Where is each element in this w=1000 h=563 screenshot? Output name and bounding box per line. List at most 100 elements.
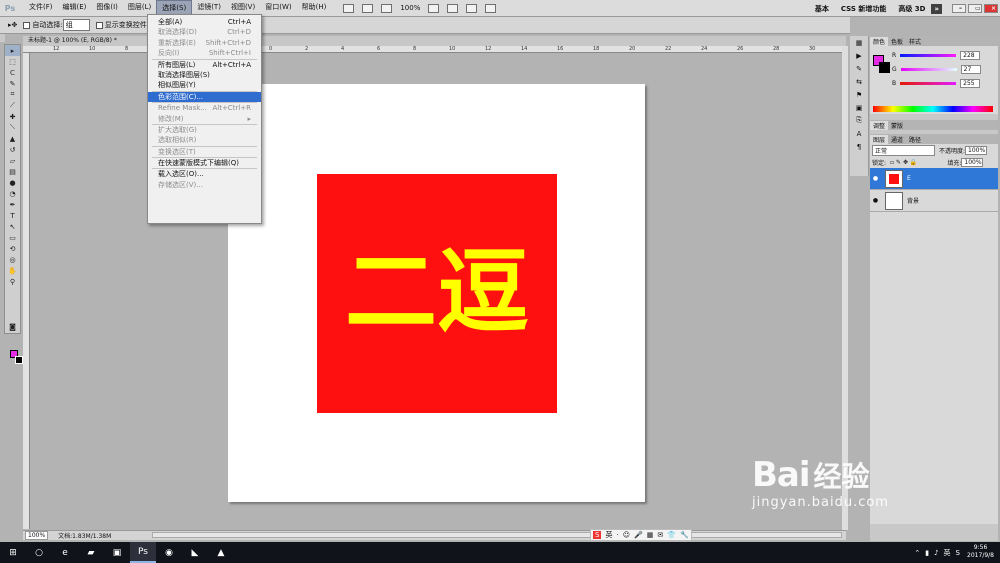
horizontal-scrollbar[interactable]: [152, 532, 842, 538]
network-icon[interactable]: ▮: [925, 549, 929, 557]
navigator-panel-icon[interactable]: ⚑: [850, 88, 868, 101]
restore-button[interactable]: ▭: [968, 4, 982, 13]
panel-tab[interactable]: 蒙版: [888, 121, 906, 130]
layer-row[interactable]: ● 背景: [870, 190, 998, 212]
ime-item[interactable]: ✉: [657, 531, 663, 539]
shape-tool-icon[interactable]: ▭: [5, 232, 20, 243]
workspace-3d[interactable]: 高级 3D: [892, 4, 931, 14]
status-zoom[interactable]: 100%: [25, 531, 49, 540]
zoom-level[interactable]: 100%: [400, 4, 420, 12]
ime-tray-icon[interactable]: S: [956, 549, 960, 557]
close-button[interactable]: ×: [984, 4, 998, 13]
character-panel-icon[interactable]: A: [850, 127, 868, 140]
pen-tool-icon[interactable]: ✒: [5, 199, 20, 210]
app-icon-1[interactable]: ◉: [156, 542, 182, 563]
menu-item-0[interactable]: 文件(F): [24, 0, 58, 16]
app-icon-2[interactable]: ◣: [182, 542, 208, 563]
path-select-tool-icon[interactable]: ↖: [5, 221, 20, 232]
ime-item[interactable]: 英: [605, 530, 612, 540]
select-menu-item[interactable]: Refine Mask... Alt+Ctrl+R: [148, 103, 261, 113]
document-canvas[interactable]: 二逗: [228, 84, 645, 502]
actions-panel-icon[interactable]: ▶: [850, 49, 868, 62]
ime-item[interactable]: S: [593, 531, 602, 539]
ime-item[interactable]: ☺: [623, 531, 630, 539]
select-menu-item[interactable]: 选取相似(R): [148, 135, 261, 145]
select-menu-item[interactable]: 修改(M) ▸: [148, 114, 261, 124]
r-slider[interactable]: [900, 54, 957, 57]
start-button[interactable]: ⊞: [0, 542, 26, 563]
edge-icon[interactable]: e: [52, 542, 78, 563]
select-menu-item[interactable]: 取消选择(D) Ctrl+D: [148, 27, 261, 37]
marquee-tool-icon[interactable]: ⬚: [5, 56, 20, 67]
stamp-tool-icon[interactable]: ▲: [5, 133, 20, 144]
history-panel-icon[interactable]: ▦: [850, 36, 868, 49]
select-menu-item[interactable]: 存储选区(V)...: [148, 180, 261, 190]
info-panel-icon[interactable]: ▣: [850, 101, 868, 114]
move-tool-icon[interactable]: ▸: [5, 45, 20, 56]
3d-rotate-tool-icon[interactable]: ⟲: [5, 243, 20, 254]
dodge-tool-icon[interactable]: ◔: [5, 188, 20, 199]
eraser-tool-icon[interactable]: ▱: [5, 155, 20, 166]
layer-row[interactable]: ● E: [870, 168, 998, 190]
r-value[interactable]: 228: [960, 51, 981, 60]
gradient-tool-icon[interactable]: ▤: [5, 166, 20, 177]
menu-item-1[interactable]: 编辑(E): [58, 0, 92, 16]
tool-presets-panel-icon[interactable]: ⎘: [850, 114, 868, 127]
bridge-icon[interactable]: [343, 3, 355, 13]
quick-select-tool-icon[interactable]: ✎: [5, 78, 20, 89]
panel-tab[interactable]: 样式: [906, 37, 924, 46]
show-transform-checkbox[interactable]: [95, 21, 103, 29]
crop-tool-icon[interactable]: ⌗: [5, 89, 20, 100]
g-value[interactable]: 27: [960, 65, 981, 74]
toolbox-collapse[interactable]: [0, 34, 5, 42]
auto-select-target-dropdown[interactable]: 组: [62, 19, 90, 31]
select-menu-item[interactable]: 变换选区(T): [148, 147, 261, 157]
paragraph-panel-icon[interactable]: ¶: [850, 140, 868, 153]
ime-item[interactable]: ▦: [647, 531, 654, 539]
select-menu-item[interactable]: 相似图层(Y): [148, 80, 261, 90]
3d-camera-tool-icon[interactable]: ◎: [5, 254, 20, 265]
brush-tool-icon[interactable]: ⟍: [5, 122, 20, 133]
eyedropper-tool-icon[interactable]: ⟋: [5, 100, 20, 111]
store-icon[interactable]: ▣: [104, 542, 130, 563]
brushes-panel-icon[interactable]: ✎: [850, 62, 868, 75]
photos-icon[interactable]: ▲: [208, 542, 234, 563]
visibility-eye-icon[interactable]: ●: [870, 197, 881, 204]
search-icon[interactable]: ○: [26, 542, 52, 563]
extras-icon[interactable]: [381, 3, 393, 13]
visibility-eye-icon[interactable]: ●: [870, 175, 881, 182]
select-menu-item[interactable]: 取消选择图层(S): [148, 70, 261, 80]
panel-tab[interactable]: 调整: [870, 120, 889, 130]
tray-arrow-icon[interactable]: ⌃: [914, 549, 920, 557]
clock[interactable]: 9:56 2017/9/8: [967, 544, 994, 560]
background-color-swatch[interactable]: [15, 356, 23, 364]
select-menu-item[interactable]: 扩大选取(G): [148, 125, 261, 135]
color-bg-swatch[interactable]: [879, 62, 890, 73]
select-menu-item[interactable]: 所有图层(L) Alt+Ctrl+A: [148, 60, 261, 70]
clone-source-panel-icon[interactable]: ⇆: [850, 75, 868, 88]
fill-input[interactable]: 100%: [961, 157, 984, 167]
b-value[interactable]: 255: [960, 79, 981, 88]
volume-icon[interactable]: ♪: [934, 549, 938, 557]
blend-mode-dropdown[interactable]: 正常: [872, 144, 935, 156]
panel-tab[interactable]: 图层: [870, 134, 889, 144]
select-menu-item[interactable]: 色彩范围(C)...: [148, 91, 261, 103]
history-brush-tool-icon[interactable]: ↺: [5, 144, 20, 155]
lasso-tool-icon[interactable]: ᑕ: [5, 67, 20, 78]
healing-tool-icon[interactable]: ✚: [5, 111, 20, 122]
auto-select-checkbox[interactable]: [23, 21, 31, 29]
panel-tab[interactable]: 颜色: [870, 36, 889, 46]
ime-item[interactable]: 🎤: [634, 531, 643, 539]
hand-icon[interactable]: [428, 3, 440, 13]
select-menu-item[interactable]: 载入选区(O)...: [148, 169, 261, 179]
g-slider[interactable]: [900, 68, 957, 71]
b-slider[interactable]: [900, 82, 957, 85]
quick-mask-icon[interactable]: ◙: [5, 321, 20, 332]
ime-item[interactable]: ·: [616, 531, 618, 539]
type-tool-icon[interactable]: T: [5, 210, 20, 221]
workspace-css[interactable]: CSS 新增功能: [835, 4, 892, 14]
menu-item-7[interactable]: 窗口(W): [260, 0, 296, 16]
blur-tool-icon[interactable]: ●: [5, 177, 20, 188]
select-menu-item[interactable]: 全部(A) Ctrl+A: [148, 17, 261, 27]
panel-tab[interactable]: 色板: [888, 37, 906, 46]
